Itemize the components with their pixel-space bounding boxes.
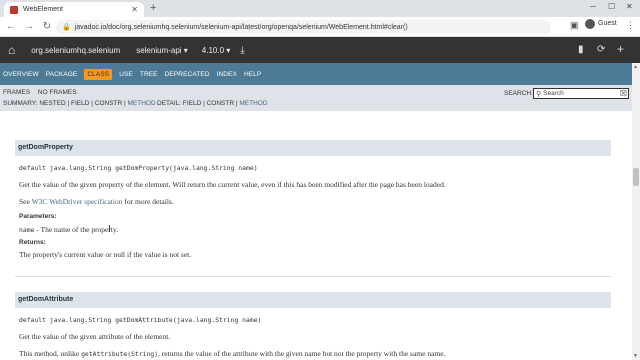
version-selector[interactable]: 4.10.0 ▾ <box>202 46 231 55</box>
clear-search-icon[interactable]: ☒ <box>620 89 627 98</box>
returns-desc: The property's current value or null if … <box>19 250 192 259</box>
minimize-icon[interactable]: ─ <box>590 2 596 11</box>
detail-text: DETAIL: FIELD | CONSTR | <box>157 100 240 107</box>
see-prefix: See <box>19 197 32 206</box>
method-description-2: Get the value of the given attribute of … <box>19 332 171 341</box>
close-tab-icon[interactable]: ✕ <box>131 5 138 14</box>
detail-row: DETAIL: FIELD | CONSTR | METHOD <box>157 100 268 107</box>
forward-icon[interactable]: → <box>22 21 36 32</box>
nav-overview[interactable]: OVERVIEW <box>3 71 39 78</box>
browser-tab[interactable]: WebElement ✕ <box>4 2 144 17</box>
home-icon[interactable]: ⌂ <box>8 43 15 57</box>
nav-tree[interactable]: TREE <box>140 71 158 78</box>
tab-title: WebElement <box>23 6 63 13</box>
desc2-prefix: This method, unlike <box>19 349 82 358</box>
menu-icon[interactable]: ⋮ <box>626 20 635 31</box>
method-signature: default java.lang.String getDomProperty(… <box>19 164 258 172</box>
method-heading-getdomproperty: getDomProperty <box>15 140 611 156</box>
maximize-icon[interactable]: ☐ <box>608 2 615 11</box>
tab-search-icon[interactable]: ▣ <box>570 20 579 31</box>
sync-icon[interactable]: ⟳ <box>597 44 605 55</box>
detail-method-link[interactable]: METHOD <box>239 100 267 107</box>
parameter-name: name <box>19 226 35 234</box>
javadoc-subnav: FRAMES NO FRAMES SUMMARY: NESTED | FIELD… <box>0 85 632 111</box>
frames-row: FRAMES NO FRAMES <box>3 89 83 96</box>
summary-text: SUMMARY: NESTED | FIELD | CONSTR | <box>3 100 128 107</box>
method-description-2b: This method, unlike getAttribute(String)… <box>19 349 445 358</box>
scroll-up-icon[interactable]: ▲ <box>633 64 638 70</box>
nav-help[interactable]: HELP <box>244 71 261 78</box>
avatar-icon[interactable] <box>585 19 595 29</box>
artifact-label: selenium-api <box>136 45 182 55</box>
url-text: javadoc.io/doc/org.seleniumhq.selenium/s… <box>74 23 408 31</box>
chevron-down-icon: ▾ <box>226 45 231 55</box>
address-bar-row: ← → ↻ 🔒 javadoc.io/doc/org.seleniumhq.se… <box>0 17 640 37</box>
javadoc-io-header: ⌂ org.seleniumhq.selenium selenium-api ▾… <box>0 37 640 63</box>
scrollbar-thumb[interactable] <box>633 168 639 186</box>
summary-method-link[interactable]: METHOD <box>128 100 156 107</box>
scrollbar[interactable]: ▲ ▼ <box>632 63 640 360</box>
version-label: 4.10.0 <box>201 45 225 55</box>
method-description: Get the value of the given property of t… <box>19 180 446 189</box>
method-signature-2: default java.lang.String getDomAttribute… <box>19 316 262 324</box>
nav-package[interactable]: PACKAGE <box>46 71 78 78</box>
bookmark-icon[interactable]: ▮ <box>578 44 584 55</box>
frames-link[interactable]: FRAMES <box>3 89 30 96</box>
search-icon: ⚲ <box>536 90 542 98</box>
search-label: SEARCH: <box>504 90 533 97</box>
artifact-selector[interactable]: selenium-api ▾ <box>136 46 188 55</box>
close-window-icon[interactable]: ✕ <box>626 2 633 11</box>
chevron-down-icon: ▾ <box>183 45 188 55</box>
nav-class[interactable]: CLASS <box>84 68 113 80</box>
new-tab-icon[interactable]: + <box>150 2 156 14</box>
text-cursor-icon: I <box>108 224 111 235</box>
add-icon[interactable]: + <box>617 42 624 56</box>
parameter-entry: name - The name of the property. <box>19 225 118 234</box>
desc2-suffix: , returns the value of the attribute wit… <box>158 349 446 358</box>
no-frames-link[interactable]: NO FRAMES <box>38 89 77 96</box>
nav-deprecated[interactable]: DEPRECATED <box>165 71 210 78</box>
returns-label: Returns: <box>19 239 46 246</box>
method-heading-getdomattribute: getDomAttribute <box>15 292 611 308</box>
url-input[interactable]: 🔒 javadoc.io/doc/org.seleniumhq.selenium… <box>56 20 551 34</box>
javadoc-navbar: OVERVIEW PACKAGE CLASS USE TREE DEPRECAT… <box>0 63 632 85</box>
see-suffix: for more details. <box>122 197 174 206</box>
profile-label[interactable]: Guest <box>598 20 617 27</box>
divider <box>15 276 611 277</box>
scroll-down-icon[interactable]: ▼ <box>633 353 638 359</box>
nav-use[interactable]: USE <box>119 71 133 78</box>
parameters-label: Parameters: <box>19 213 57 220</box>
group-id[interactable]: org.seleniumhq.selenium <box>31 46 120 55</box>
favicon-icon <box>10 5 18 14</box>
summary-row: SUMMARY: NESTED | FIELD | CONSTR | METHO… <box>3 100 156 107</box>
reload-icon[interactable]: ↻ <box>40 21 54 32</box>
search-input[interactable]: ⚲ Search ☒ <box>533 88 629 99</box>
parameter-desc: - The name of the property. <box>34 225 119 234</box>
tab-strip: WebElement ✕ + ─ ☐ ✕ <box>0 0 640 17</box>
lock-icon: 🔒 <box>62 24 71 31</box>
search-placeholder: Search <box>543 90 564 97</box>
back-icon[interactable]: ← <box>4 21 18 32</box>
see-also: See W3C WebDriver specification for more… <box>19 197 174 206</box>
download-icon[interactable]: ⤓ <box>240 45 244 56</box>
w3c-spec-link[interactable]: W3C WebDriver specification <box>32 197 123 206</box>
nav-index[interactable]: INDEX <box>217 71 237 78</box>
desc2-code[interactable]: getAttribute(String) <box>81 350 158 358</box>
